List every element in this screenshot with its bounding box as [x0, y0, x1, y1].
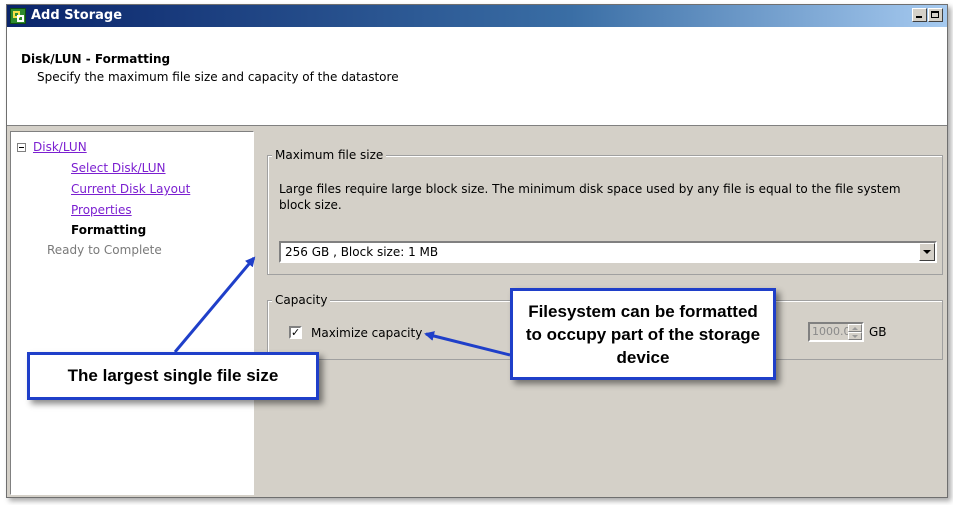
callout-filesystem: Filesystem can be formatted to occupy pa…: [510, 288, 776, 380]
window-title: Add Storage: [31, 8, 123, 23]
maximize-button[interactable]: [928, 8, 943, 22]
max-file-size-description: Large files require large block size. Th…: [279, 182, 901, 212]
add-storage-icon: [10, 8, 26, 24]
nav-item-select-disk-lun[interactable]: Select Disk/LUN: [71, 161, 166, 175]
nav-item-current-disk-layout[interactable]: Current Disk Layout: [71, 182, 190, 196]
callout-file-size: The largest single file size: [27, 352, 319, 400]
nav-item-formatting: Formatting: [71, 223, 147, 237]
page-title: Disk/LUN - Formatting: [21, 52, 171, 66]
stepper-up-icon[interactable]: [848, 324, 862, 332]
nav-item-ready-to-complete: Ready to Complete: [47, 243, 162, 257]
capacity-legend: Capacity: [272, 293, 331, 307]
capacity-unit: GB: [869, 325, 887, 339]
max-file-size-select[interactable]: 256 GB , Block size: 1 MB: [279, 241, 937, 263]
wizard-nav: Disk/LUN Select Disk/LUN Current Disk La…: [10, 131, 254, 495]
maximize-capacity-checkbox[interactable]: ✓: [289, 326, 302, 339]
add-storage-window: Add Storage Disk/LUN - Formatting Specif…: [6, 4, 948, 498]
stepper-down-icon[interactable]: [848, 332, 862, 340]
capacity-stepper[interactable]: 1000.00: [808, 322, 864, 342]
collapse-icon[interactable]: [17, 143, 26, 152]
max-file-size-legend: Maximum file size: [272, 148, 387, 162]
chevron-down-icon[interactable]: [919, 243, 935, 261]
stepper-buttons: [848, 324, 862, 340]
nav-item-disk-lun[interactable]: Disk/LUN: [33, 140, 87, 154]
wizard-header: Disk/LUN - Formatting Specify the maximu…: [7, 27, 947, 126]
nav-item-properties[interactable]: Properties: [71, 203, 132, 217]
title-bar: Add Storage: [7, 5, 947, 27]
maximize-capacity-label[interactable]: Maximize capacity: [311, 326, 422, 340]
page-subtitle: Specify the maximum file size and capaci…: [37, 70, 399, 84]
minimize-button[interactable]: [912, 8, 927, 22]
max-file-size-value: 256 GB , Block size: 1 MB: [285, 245, 439, 259]
